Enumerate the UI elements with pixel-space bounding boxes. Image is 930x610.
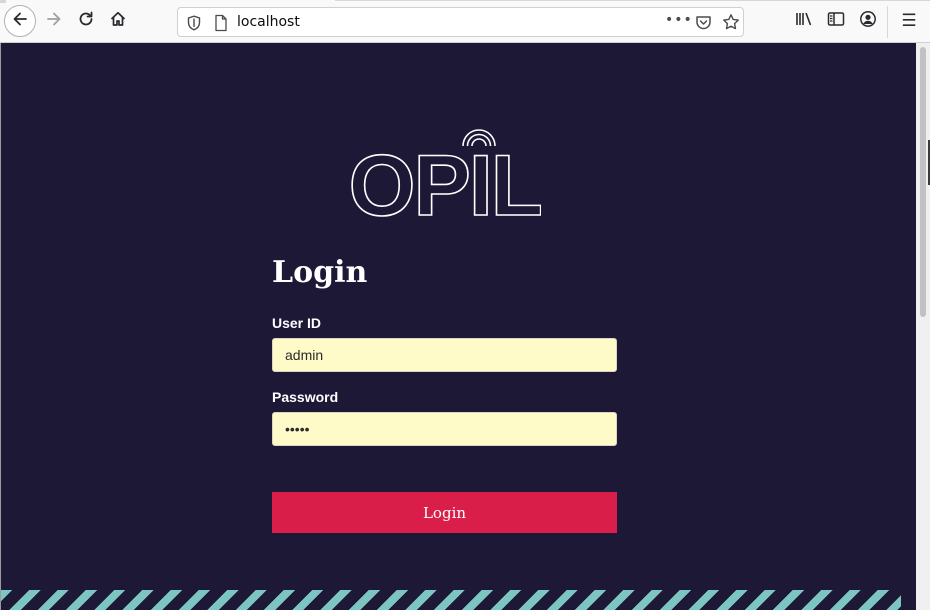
decorative-stripes	[1, 590, 901, 610]
reload-icon	[77, 10, 95, 32]
library-icon	[795, 11, 813, 31]
home-button[interactable]	[103, 6, 133, 36]
forward-arrow-icon	[45, 10, 63, 32]
page-icon[interactable]	[214, 14, 228, 36]
back-button[interactable]	[4, 5, 36, 37]
home-icon	[109, 10, 127, 32]
tab-strip-edge	[0, 0, 930, 3]
opil-logo-mark: OPIL	[348, 129, 544, 235]
page-title: Login	[272, 255, 368, 290]
page-scrollbar[interactable]	[916, 43, 930, 610]
shield-icon[interactable]	[187, 15, 201, 35]
forward-button[interactable]	[39, 6, 69, 36]
menu-button[interactable]: ☰	[894, 6, 924, 36]
scrollbar-thumb[interactable]	[920, 47, 926, 317]
reload-button[interactable]	[71, 6, 101, 36]
pocket-icon[interactable]	[695, 14, 712, 35]
user-id-input[interactable]	[272, 338, 617, 372]
menu-icon: ☰	[901, 11, 917, 31]
account-button[interactable]	[853, 6, 883, 36]
browser-toolbar: localhost ••• ☰	[0, 0, 930, 43]
url-text[interactable]: localhost	[237, 14, 300, 30]
sidebar-icon	[827, 11, 845, 31]
password-label: Password	[272, 389, 339, 405]
url-bar[interactable]: localhost •••	[177, 7, 744, 37]
bookmark-star-icon[interactable]	[722, 13, 740, 35]
user-id-label: User ID	[272, 315, 322, 331]
library-button[interactable]	[789, 6, 819, 36]
sidebar-button[interactable]	[821, 6, 851, 36]
login-page: OPIL Login User ID Password Login	[0, 43, 916, 610]
login-button[interactable]: Login	[272, 492, 617, 533]
toolbar-separator	[887, 6, 888, 38]
back-arrow-icon	[11, 10, 29, 32]
logo-text: OPIL	[349, 138, 541, 218]
more-icon[interactable]: •••	[665, 12, 693, 28]
password-input[interactable]	[272, 412, 617, 446]
opil-logo: OPIL	[348, 122, 544, 235]
account-icon	[859, 10, 877, 32]
